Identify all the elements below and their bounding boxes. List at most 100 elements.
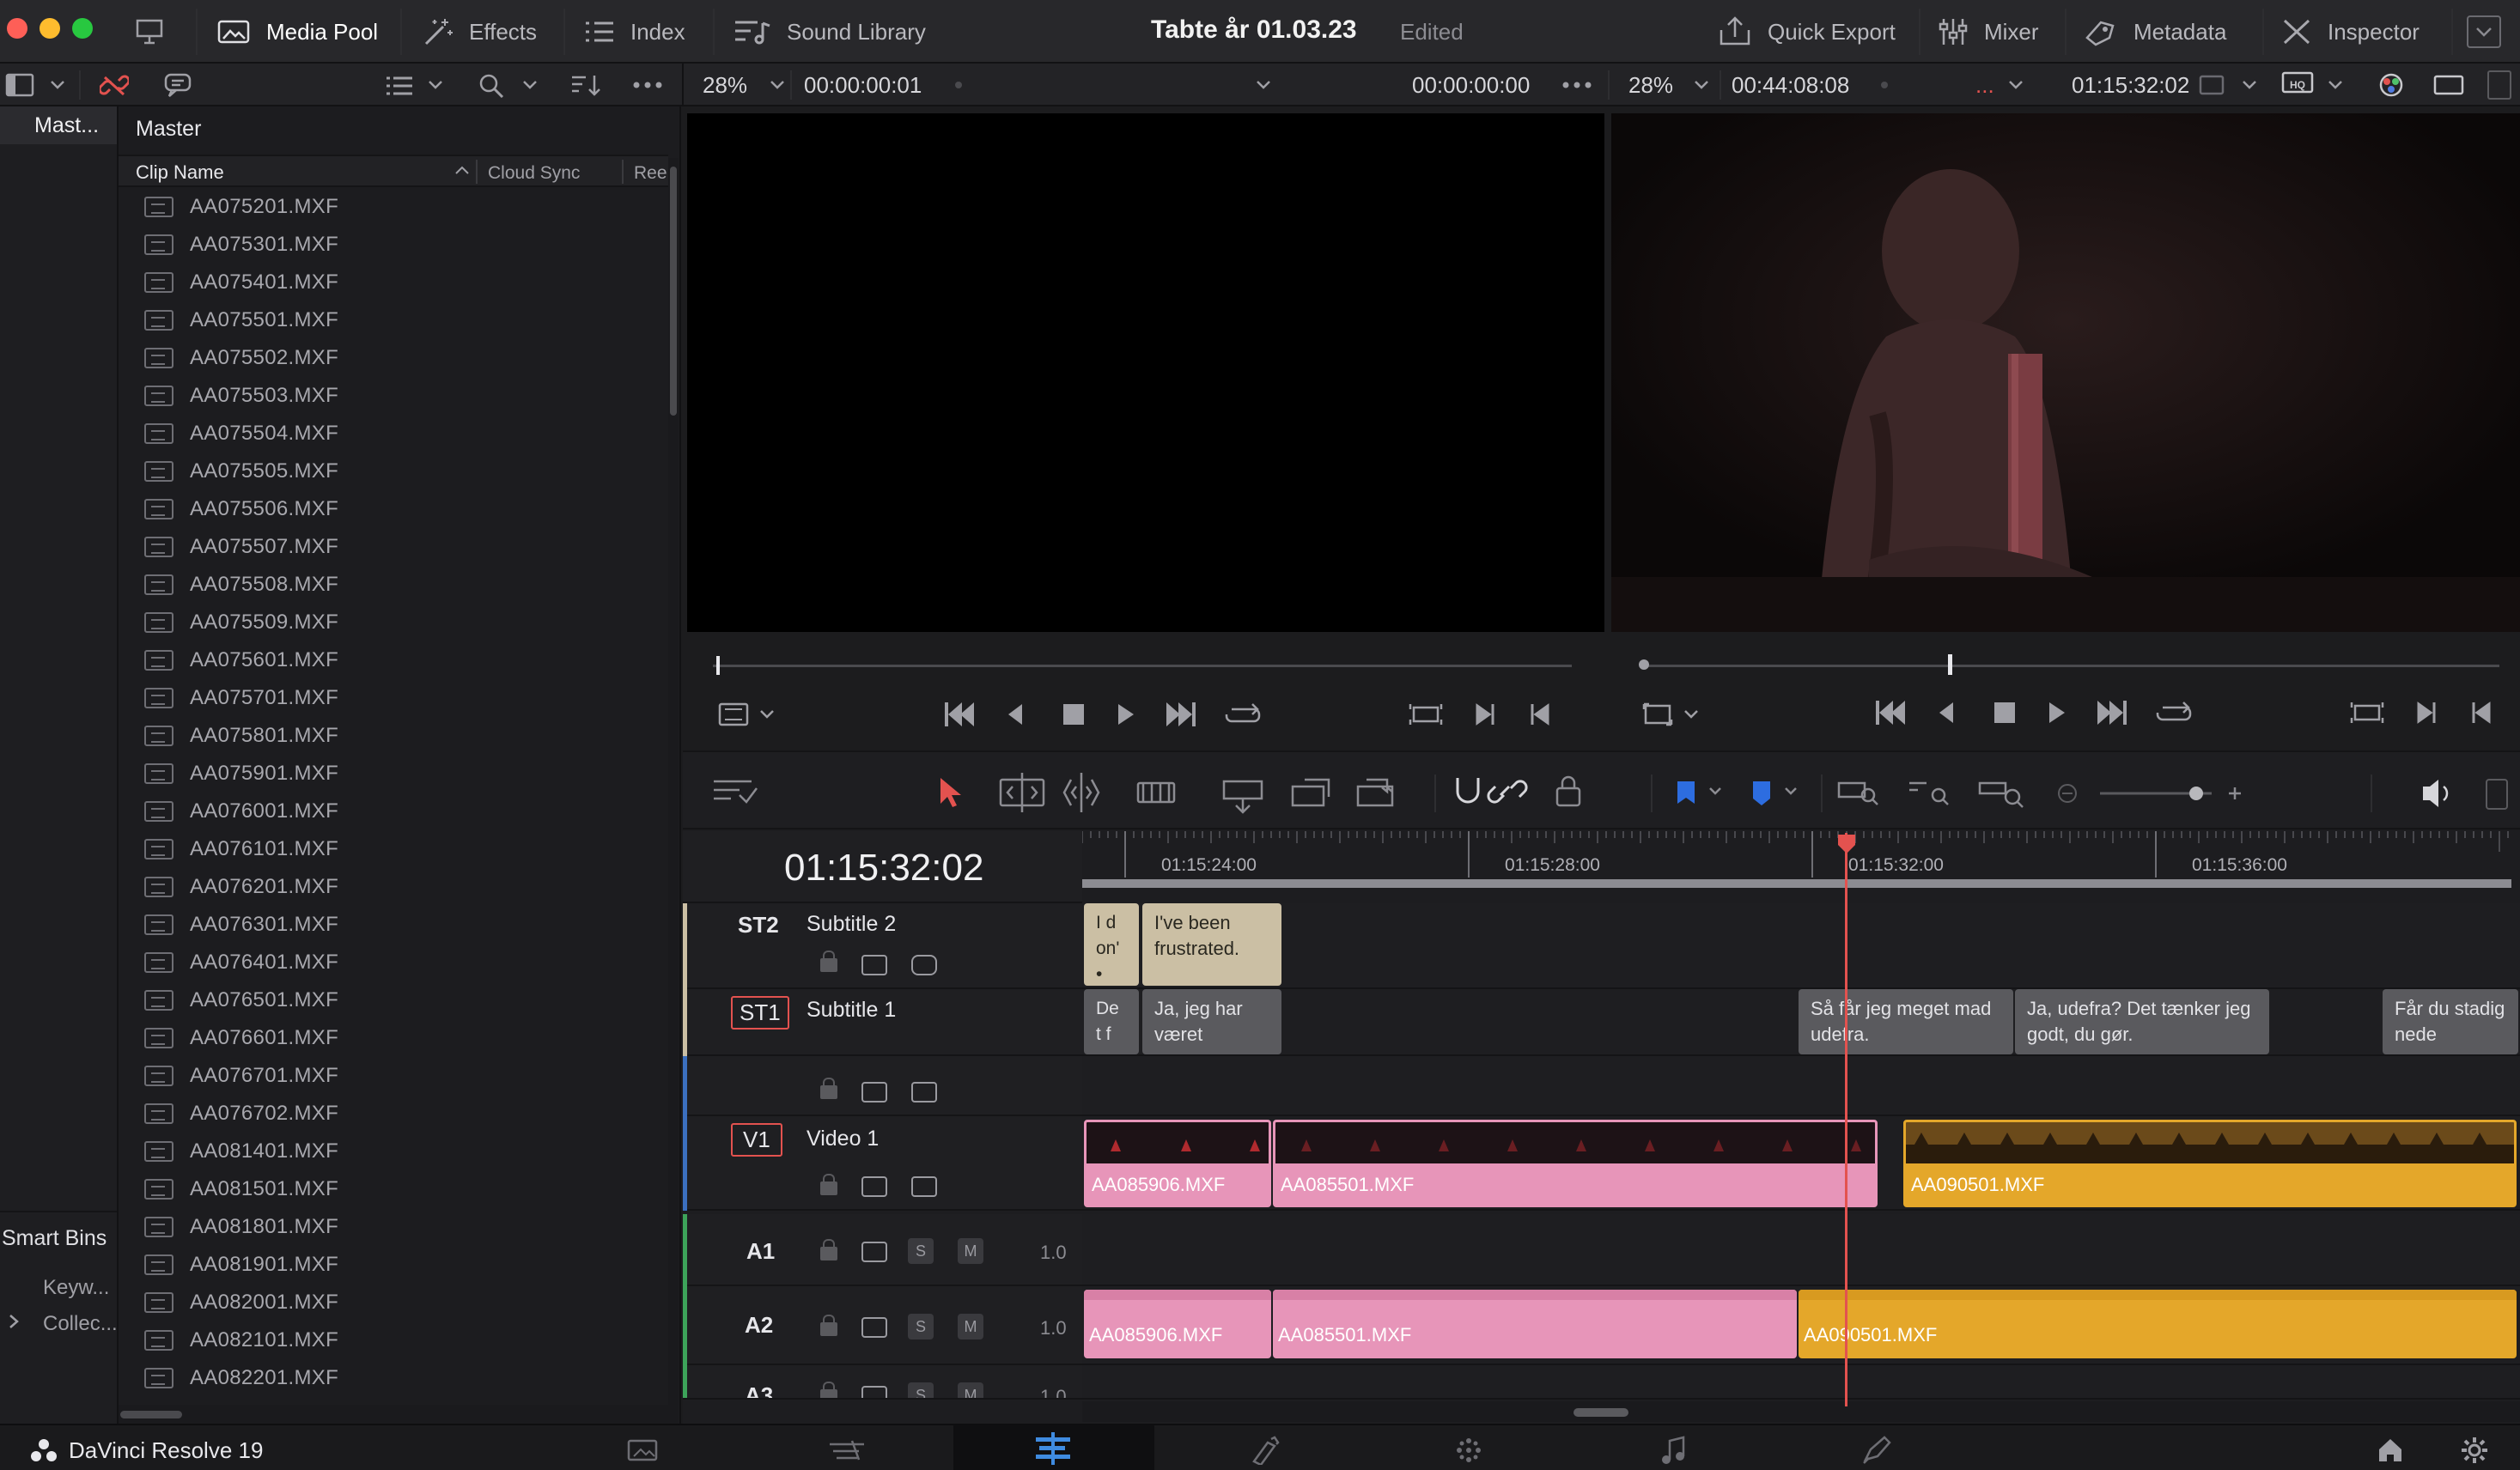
record-playhead[interactable] <box>1948 654 1952 675</box>
smart-bin-collections[interactable]: Collec... <box>43 1312 118 1336</box>
subtitle-clip[interactable]: I've been frustrated. <box>1142 903 1281 986</box>
media-pool-tab[interactable]: Media Pool <box>216 0 378 64</box>
chevron-down-icon[interactable] <box>768 76 787 93</box>
lock-icon[interactable] <box>820 1174 837 1195</box>
solo-button[interactable]: S <box>908 1382 934 1398</box>
source-scrub-bar[interactable] <box>713 665 1572 667</box>
monitor-icon[interactable] <box>136 19 163 45</box>
clip-list-item[interactable]: AA076401.MXF <box>119 944 668 981</box>
panel-toggle-icon[interactable] <box>5 72 34 98</box>
clip-list-item[interactable]: AA075503.MXF <box>119 377 668 415</box>
clip-list-item[interactable]: AA075505.MXF <box>119 453 668 490</box>
playhead-handle[interactable] <box>1836 833 1857 855</box>
close-window-button[interactable] <box>7 18 27 39</box>
audio-clip[interactable]: AA085906.MXF <box>1084 1290 1271 1358</box>
lock-icon[interactable] <box>820 1078 837 1099</box>
track-volume[interactable]: 1.0 <box>1040 1242 1067 1264</box>
track-header-v1[interactable]: V1 Video 1 <box>683 1116 1082 1211</box>
comment-icon[interactable] <box>163 72 192 98</box>
source-viewer[interactable] <box>687 113 1604 632</box>
chevron-down-icon[interactable] <box>1254 76 1273 93</box>
timeline-ruler[interactable]: 01:15:24:00 01:15:28:00 01:15:32:00 01:1… <box>1082 831 2520 891</box>
subtitle-clip[interactable]: Ja, jeg har været <box>1142 989 1281 1054</box>
minimize-window-button[interactable] <box>40 18 60 39</box>
track-lane-v1[interactable]: AA085906.MXF AA085501.MXF AA090501.MXF <box>1082 1116 2520 1211</box>
effects-tab[interactable]: Effects <box>421 0 537 64</box>
search-icon[interactable] <box>478 72 505 98</box>
clip-list-item[interactable]: AA075507.MXF <box>119 528 668 566</box>
clip-list-item[interactable]: AA075201.MXF <box>119 188 668 226</box>
clip-list-item[interactable]: AA076001.MXF <box>119 793 668 830</box>
track-lane-st1[interactable]: De t f Ja, jeg har været Så får jeg mege… <box>1082 989 2520 1056</box>
track-header-a3[interactable]: A3 S M 1.0 <box>683 1365 1082 1400</box>
lock-icon[interactable] <box>820 1315 837 1336</box>
chevron-down-icon[interactable] <box>2240 76 2259 93</box>
clip-list-item[interactable]: AA076101.MXF <box>119 830 668 868</box>
subtitle-caption-icon[interactable] <box>911 955 937 975</box>
mute-button[interactable]: M <box>958 1382 983 1398</box>
timeline-scrollbar[interactable] <box>1082 1401 2520 1422</box>
inspector-tab[interactable]: Inspector <box>2281 0 2420 64</box>
index-tab[interactable]: Index <box>584 0 685 64</box>
video-track-enable-icon[interactable] <box>911 1082 937 1102</box>
chevron-down-icon[interactable] <box>2006 76 2025 93</box>
solo-button[interactable]: S <box>908 1314 934 1339</box>
source-clip-view-icon[interactable] <box>718 701 778 728</box>
clip-list-item[interactable]: AA075508.MXF <box>119 566 668 604</box>
subtitle-clip[interactable]: I d on' • <box>1084 903 1139 986</box>
color-scope-icon[interactable] <box>2376 70 2407 100</box>
clip-list-item[interactable]: AA075701.MXF <box>119 679 668 717</box>
clip-name-column[interactable]: Clip Name <box>136 161 224 184</box>
auto-select-icon[interactable] <box>861 1242 887 1262</box>
deliver-page-icon[interactable] <box>1860 1434 1895 1465</box>
track-volume[interactable]: 1.0 <box>1040 1317 1067 1339</box>
track-lane-a2[interactable]: AA085906.MXF AA085501.MXF AA090501.MXF <box>1082 1286 2520 1365</box>
track-header-a2[interactable]: A2 S M 1.0 <box>683 1286 1082 1365</box>
track-header-v2[interactable] <box>683 1056 1082 1116</box>
clip-list-item[interactable]: AA076702.MXF <box>119 1095 668 1133</box>
sound-library-tab[interactable]: Sound Library <box>733 0 926 64</box>
auto-select-icon[interactable] <box>861 1082 887 1102</box>
track-lane-v2[interactable] <box>1082 1056 2520 1116</box>
clip-list-item[interactable]: AA081901.MXF <box>119 1246 668 1284</box>
mute-button[interactable]: M <box>958 1238 983 1264</box>
subtitle-clip[interactable]: Ja, udefra? Det tænker jeg godt, du gør. <box>2015 989 2269 1054</box>
link-icon[interactable] <box>100 72 129 98</box>
color-page-icon[interactable] <box>1453 1436 1484 1465</box>
track-header-st2[interactable]: ST2 Subtitle 2 <box>683 903 1082 989</box>
video-clip[interactable]: AA085906.MXF <box>1084 1120 1271 1207</box>
video-clip[interactable]: AA090501.MXF <box>1903 1120 2517 1207</box>
track-lane-st2[interactable]: I d on' • I've been frustrated. <box>1082 903 2520 989</box>
subtitle-clip[interactable]: Får du stadig nede <box>2383 989 2518 1054</box>
video-clip[interactable]: AA085501.MXF <box>1273 1120 1878 1207</box>
media-page-icon[interactable] <box>625 1437 660 1463</box>
chevron-down-icon[interactable] <box>520 76 539 93</box>
subtitle-clip[interactable]: De t f <box>1084 989 1139 1054</box>
auto-select-icon[interactable] <box>861 955 887 975</box>
metadata-tab[interactable]: Metadata <box>2084 0 2226 64</box>
clip-list-item[interactable]: AA082201.MXF <box>119 1359 668 1397</box>
clip-list-item[interactable]: AA075501.MXF <box>119 301 668 339</box>
record-zoom-dropdown[interactable]: 28% <box>1628 64 1673 106</box>
expand-menu-button[interactable] <box>2467 15 2501 48</box>
auto-select-icon[interactable] <box>861 1176 887 1197</box>
lock-icon[interactable] <box>820 1382 837 1398</box>
clip-list-item[interactable]: AA076501.MXF <box>119 981 668 1019</box>
clip-list-item[interactable]: AA081501.MXF <box>119 1170 668 1208</box>
lock-icon[interactable] <box>820 1239 837 1260</box>
clip-list-item[interactable]: AA075301.MXF <box>119 226 668 264</box>
viewer-layout-icon[interactable] <box>2432 72 2465 98</box>
sort-ascending-icon[interactable] <box>453 163 471 177</box>
auto-select-icon[interactable] <box>861 1317 887 1338</box>
clip-list-item[interactable]: AA076201.MXF <box>119 868 668 906</box>
settings-gear-icon[interactable] <box>2460 1436 2489 1465</box>
fairlight-page-icon[interactable] <box>1658 1436 1689 1465</box>
clip-list-item[interactable]: AA075801.MXF <box>119 717 668 755</box>
more-options-icon[interactable] <box>632 81 663 89</box>
clip-list-item[interactable]: AA075401.MXF <box>119 264 668 301</box>
fusion-page-icon[interactable] <box>1249 1436 1280 1465</box>
record-transform-icon[interactable] <box>1642 701 1702 728</box>
track-header-a1[interactable]: A1 S M 1.0 <box>683 1214 1082 1286</box>
clip-list-item[interactable]: AA075506.MXF <box>119 490 668 528</box>
home-icon[interactable] <box>2376 1436 2405 1463</box>
